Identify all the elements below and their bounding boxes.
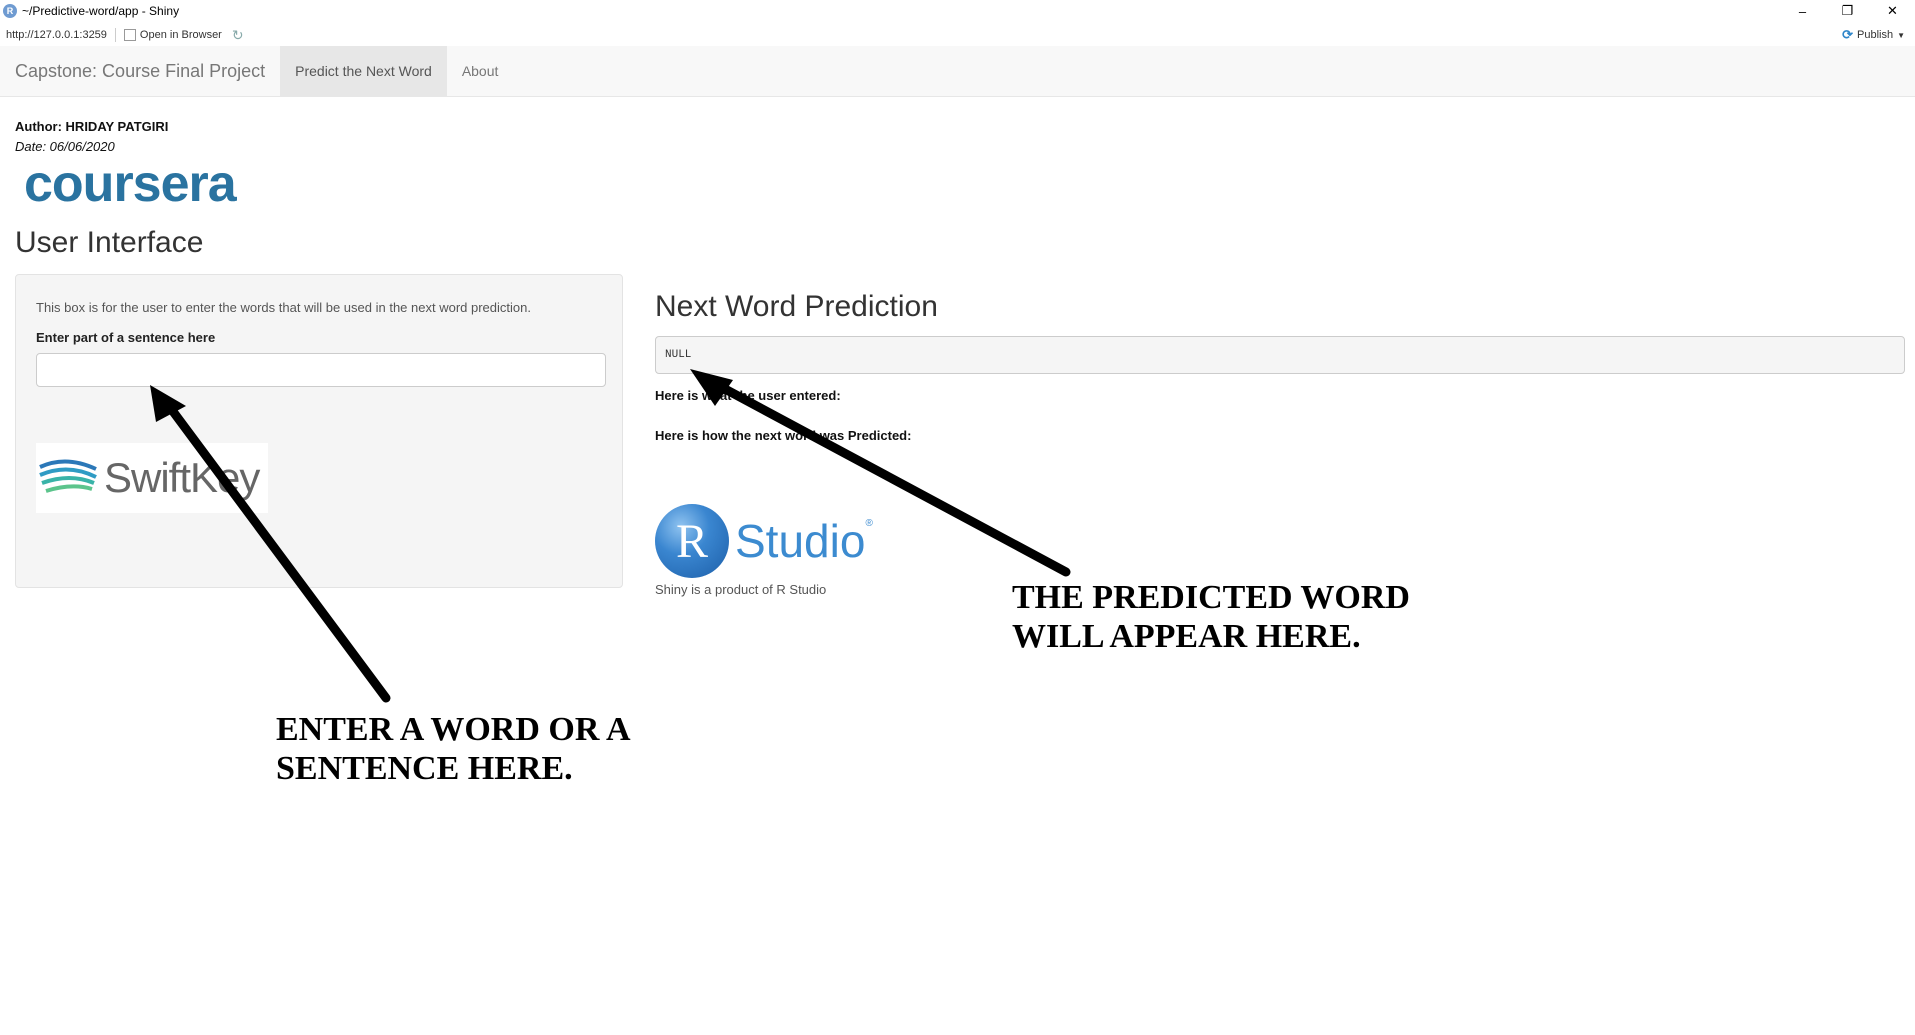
open-in-browser-button[interactable]: Open in Browser — [123, 29, 222, 41]
predicted-annotation-line2: WILL APPEAR HERE. — [1012, 618, 1361, 655]
toolbar-divider — [114, 28, 116, 42]
rstudio-logo: R Studio ® — [655, 504, 873, 578]
window-controls: – ❐ ✕ — [1780, 0, 1915, 22]
sentence-input-label: Enter part of a sentence here — [36, 330, 216, 345]
sidebar-panel: This box is for the user to enter the wo… — [15, 274, 623, 588]
sidebar-description: This box is for the user to enter the wo… — [36, 300, 531, 315]
predicted-annotation-line1: THE PREDICTED WORD — [1012, 579, 1410, 616]
rstudio-r-ball: R — [655, 504, 729, 578]
restore-button[interactable]: ❐ — [1825, 0, 1870, 22]
tab-predict-next-word[interactable]: Predict the Next Word — [280, 46, 447, 96]
registered-mark: ® — [865, 518, 873, 529]
rstudio-wordmark: Studio — [735, 515, 866, 567]
prediction-title: Next Word Prediction — [655, 290, 938, 323]
predicted-word-annotation: THE PREDICTED WORD WILL APPEAR HERE. — [1012, 578, 1410, 656]
user-interface-title: User Interface — [15, 226, 204, 259]
r-app-icon: R — [3, 4, 17, 18]
rstudio-caption: Shiny is a product of R Studio — [655, 582, 827, 597]
minimize-button[interactable]: – — [1780, 0, 1825, 22]
date-text: Date: 06/06/2020 — [15, 139, 115, 154]
open-in-browser-label: Open in Browser — [139, 29, 222, 41]
url-text: http://127.0.0.1:3259 — [6, 29, 107, 41]
enter-word-annotation: ENTER A WORD OR A SENTENCE HERE. — [276, 710, 631, 788]
publish-label: Publish — [1857, 29, 1894, 41]
close-button[interactable]: ✕ — [1870, 0, 1915, 22]
coursera-logo: coursera — [24, 155, 237, 213]
enter-annotation-line1: ENTER A WORD OR A — [276, 711, 631, 748]
swiftkey-wordmark: SwiftKey — [104, 454, 260, 501]
navbar: Capstone: Course Final Project Predict t… — [0, 46, 1915, 97]
chevron-down-icon: ▼ — [1897, 30, 1905, 40]
sentence-input[interactable] — [36, 353, 606, 387]
author-text: Author: HRIDAY PATGIRI — [15, 119, 169, 134]
tab-about[interactable]: About — [447, 46, 514, 96]
enter-annotation-line2: SENTENCE HERE. — [276, 750, 573, 787]
browser-icon — [123, 29, 136, 41]
viewer-toolbar: http://127.0.0.1:3259 Open in Browser ↻ … — [0, 24, 1915, 47]
refresh-icon[interactable]: ↻ — [232, 27, 244, 44]
swiftkey-logo: SwiftKey — [36, 443, 268, 513]
window-title: ~/Predictive-word/app - Shiny — [22, 4, 180, 18]
navbar-brand[interactable]: Capstone: Course Final Project — [0, 46, 280, 96]
prediction-method-label: Here is how the next word was Predicted: — [655, 428, 912, 443]
prediction-output: NULL — [655, 336, 1905, 374]
swiftkey-swoosh-icon — [39, 459, 97, 493]
publish-icon: ⟳ — [1842, 27, 1853, 42]
publish-button[interactable]: ⟳ Publish ▼ — [1842, 27, 1905, 43]
window-titlebar: R ~/Predictive-word/app - Shiny – ❐ ✕ — [0, 0, 1915, 22]
user-entered-label: Here is what the user entered: — [655, 388, 841, 403]
